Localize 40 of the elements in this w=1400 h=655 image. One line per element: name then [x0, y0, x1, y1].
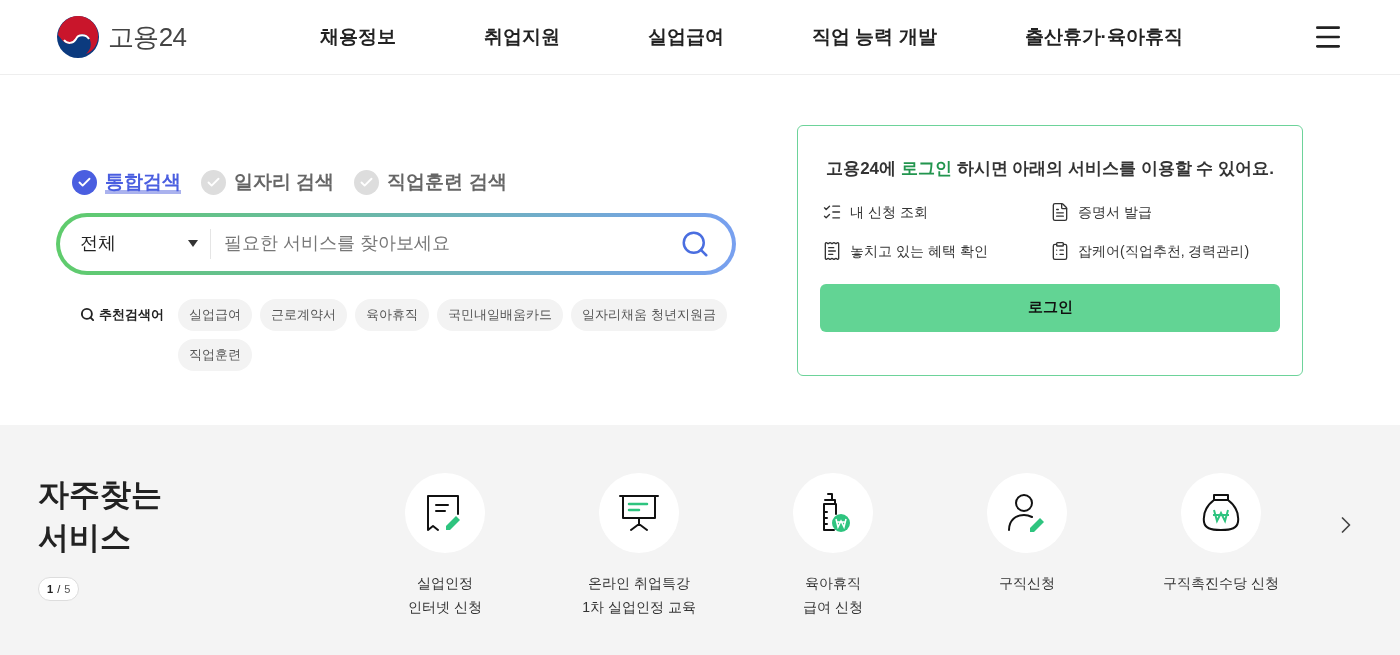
keyword-chip[interactable]: 실업급여 — [178, 298, 252, 331]
recommended-label: 추천검색어 — [99, 305, 164, 324]
feature-label: 놓치고 있는 혜택 확인 — [850, 241, 988, 261]
search-icon — [80, 307, 95, 322]
search-tab[interactable]: 직업훈련 검색 — [354, 168, 507, 197]
login-button[interactable]: 로그인 — [820, 283, 1280, 332]
feature-label: 증명서 발급 — [1078, 202, 1152, 222]
feature-label: 내 신청 조회 — [850, 202, 928, 222]
service-item[interactable]: 육아휴직 급여 신청 — [736, 473, 930, 655]
search-tab[interactable]: 통합검색 — [72, 168, 181, 197]
keyword-chip[interactable]: 육아휴직 — [355, 298, 429, 331]
taegeuk-logo-icon — [56, 15, 100, 59]
document-icon — [1050, 202, 1070, 222]
login-prompt: 고용24에 로그인 하시면 아래의 서비스를 이용할 수 있어요. — [825, 158, 1275, 180]
service-item[interactable]: 구직신청 — [930, 473, 1124, 655]
nav-link[interactable]: 실업급여 — [648, 22, 724, 52]
feature-label: 잡케어(직업추천, 경력관리) — [1078, 241, 1250, 261]
nav-link[interactable]: 채용정보 — [320, 22, 396, 52]
checklist-icon — [822, 202, 842, 222]
service-item[interactable]: 온라인 취업특강 1차 실업인정 교육 — [542, 473, 736, 655]
keyword-chip[interactable]: 일자리채움 청년지원금 — [571, 298, 727, 331]
page-indicator: 1 / 5 — [38, 577, 80, 601]
dropdown-caret-icon — [188, 240, 198, 247]
service-item[interactable]: 실업인정 인터넷 신청 — [348, 473, 542, 655]
section-title: 자주찾는 서비스 — [38, 476, 163, 557]
nav-link[interactable]: 출산휴가·육아휴직 — [1024, 22, 1183, 52]
nav-link[interactable]: 직업 능력 개발 — [812, 22, 937, 52]
receipt-icon — [822, 241, 842, 261]
logo-text[interactable]: 고용24 — [108, 17, 187, 57]
category-select[interactable]: 전체 — [80, 230, 116, 257]
keyword-chip[interactable]: 직업훈련 — [178, 338, 252, 371]
presentation-board-icon — [618, 492, 660, 534]
keyword-chip[interactable]: 국민내일배움카드 — [437, 298, 563, 331]
service-item[interactable]: 구직촉진수당 신청 — [1124, 473, 1318, 655]
nav-link[interactable]: 취업지원 — [484, 22, 560, 52]
money-bag-icon — [1200, 492, 1242, 534]
search-field[interactable]: 전체 필요한 서비스를 찾아보세요 — [56, 212, 736, 275]
clipboard-icon — [1050, 241, 1070, 261]
search-tab[interactable]: 일자리 검색 — [201, 168, 335, 197]
keyword-chip[interactable]: 근로계약서 — [260, 298, 347, 331]
